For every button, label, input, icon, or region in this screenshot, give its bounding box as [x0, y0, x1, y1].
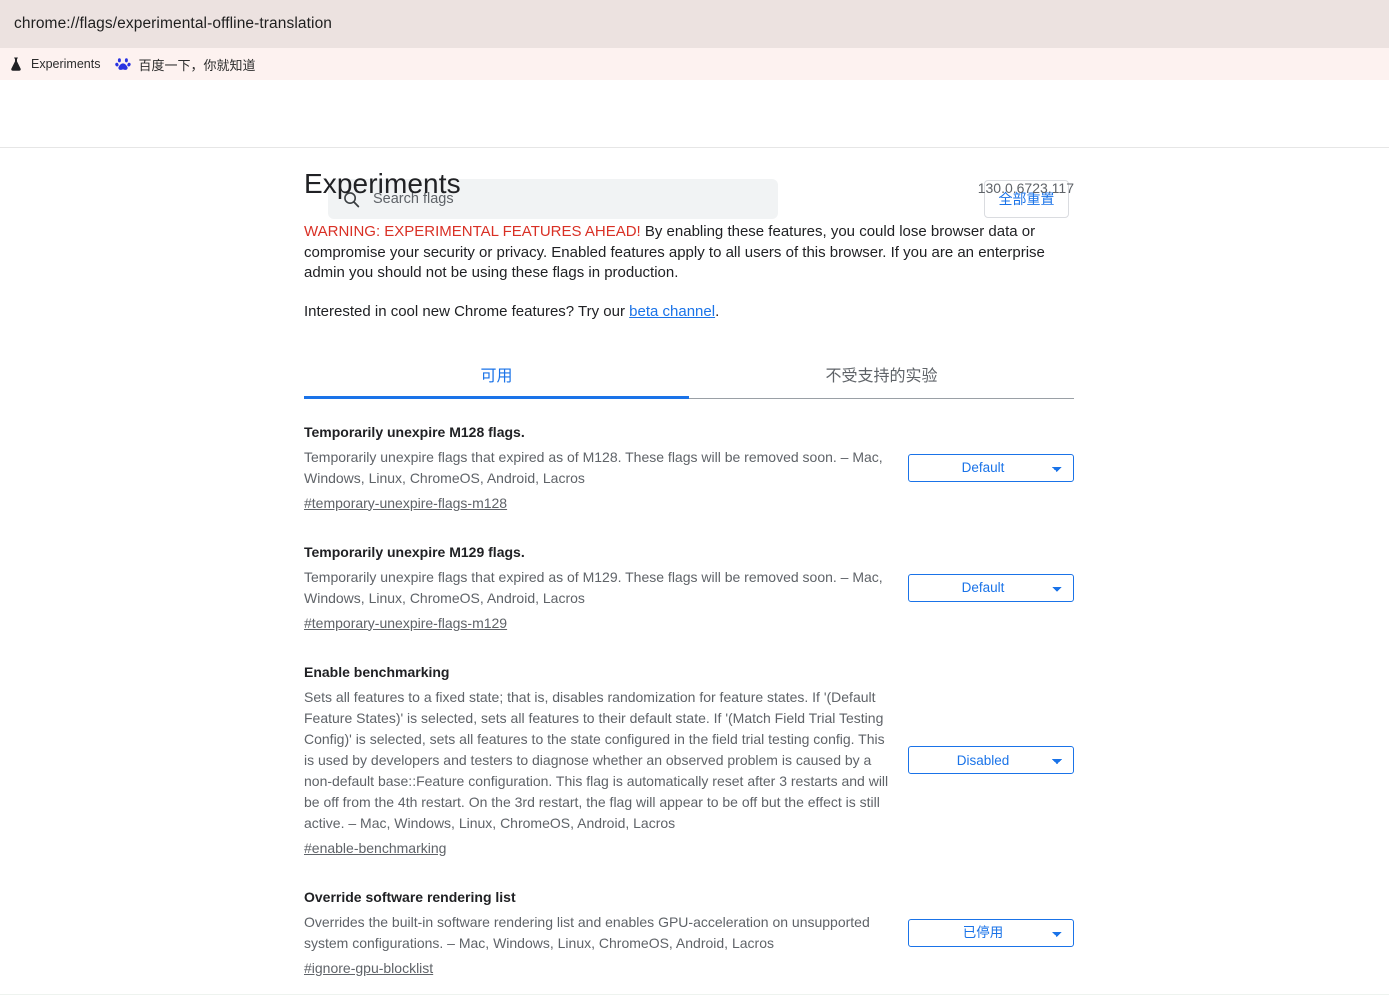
flag-permalink[interactable]: #enable-benchmarking [304, 840, 446, 856]
flag-list: Temporarily unexpire M128 flags. Tempora… [304, 399, 1074, 995]
flag-permalink[interactable]: #ignore-gpu-blocklist [304, 960, 433, 976]
page-title: Experiments [304, 168, 461, 199]
flag-control: Default [906, 573, 1074, 602]
tab-available[interactable]: 可用 [304, 352, 689, 399]
flag-permalink[interactable]: #temporary-unexpire-flags-m129 [304, 615, 507, 631]
bookmark-label: Experiments [31, 57, 101, 71]
flag-description: Overrides the built-in software renderin… [304, 913, 870, 951]
flag-row: Override software rendering list Overrid… [304, 872, 1074, 992]
beta-suffix: . [715, 302, 720, 320]
beta-channel-paragraph: Interested in cool new Chrome features? … [304, 302, 1074, 322]
flags-page: Experiments 130.0.6723.117 WARNING: EXPE… [0, 148, 1389, 995]
bookmark-label: 百度一下，你就知道 [138, 57, 256, 73]
flask-icon [8, 56, 24, 72]
version-label: 130.0.6723.117 [977, 180, 1074, 196]
warning-paragraph: WARNING: EXPERIMENTAL FEATURES AHEAD! By… [304, 222, 1074, 284]
flag-control: 已停用 [906, 918, 1074, 947]
flag-name: Temporarily unexpire M129 flags. [304, 543, 525, 560]
flag-row: Temporarily unexpire M129 flags. Tempora… [304, 527, 1074, 647]
tab-unsupported[interactable]: 不受支持的实验 [689, 352, 1074, 398]
bookmark-baidu[interactable]: 百度一下，你就知道 [109, 53, 264, 76]
beta-channel-link[interactable]: beta channel [629, 303, 715, 320]
flag-name: Temporarily unexpire M128 flags. [304, 423, 525, 440]
flag-state-select[interactable]: Default [908, 453, 1074, 482]
flags-content: Experiments 130.0.6723.117 WARNING: EXPE… [304, 168, 1074, 995]
flag-permalink[interactable]: #temporary-unexpire-flags-m128 [304, 495, 507, 511]
flag-name: Override software rendering list [304, 888, 516, 905]
flag-info: Temporarily unexpire M128 flags. Tempora… [304, 423, 890, 513]
bookmark-experiments[interactable]: Experiments [2, 54, 109, 74]
tab-bar: 可用 不受支持的实验 [304, 352, 1074, 399]
flag-description: Temporarily unexpire flags that expired … [304, 568, 883, 606]
url-text: chrome://flags/experimental-offline-tran… [14, 15, 333, 32]
flag-info: Temporarily unexpire M129 flags. Tempora… [304, 543, 890, 633]
browser-url-bar[interactable]: chrome://flags/experimental-offline-tran… [0, 0, 1389, 48]
flag-description: Sets all features to a fixed state; that… [304, 688, 889, 831]
flag-row: Enable benchmarking Sets all features to… [304, 647, 1074, 872]
flag-control: Disabled [906, 746, 1074, 775]
beta-prefix: Interested in cool new Chrome features? … [304, 302, 630, 320]
flag-description: Temporarily unexpire flags that expired … [304, 448, 883, 486]
flag-info: Override software rendering list Overrid… [304, 888, 890, 978]
flag-state-select[interactable]: Disabled [908, 746, 1074, 775]
flag-info: Enable benchmarking Sets all features to… [304, 663, 890, 858]
flags-toolbar: 全部重置 [0, 80, 1389, 219]
page-header: Experiments 130.0.6723.117 [304, 168, 1074, 200]
flag-state-select[interactable]: 已停用 [908, 918, 1074, 947]
warning-headline: WARNING: EXPERIMENTAL FEATURES AHEAD! [304, 223, 641, 240]
bottom-divider [0, 994, 1389, 995]
flag-state-select[interactable]: Default [908, 573, 1074, 602]
flag-row: Temporarily unexpire M128 flags. Tempora… [304, 407, 1074, 527]
flag-control: Default [906, 453, 1074, 482]
bookmarks-bar: Experiments 百度一下，你就知道 [0, 48, 1389, 80]
flag-name: Enable benchmarking [304, 663, 450, 680]
baidu-paw-icon [115, 56, 132, 72]
